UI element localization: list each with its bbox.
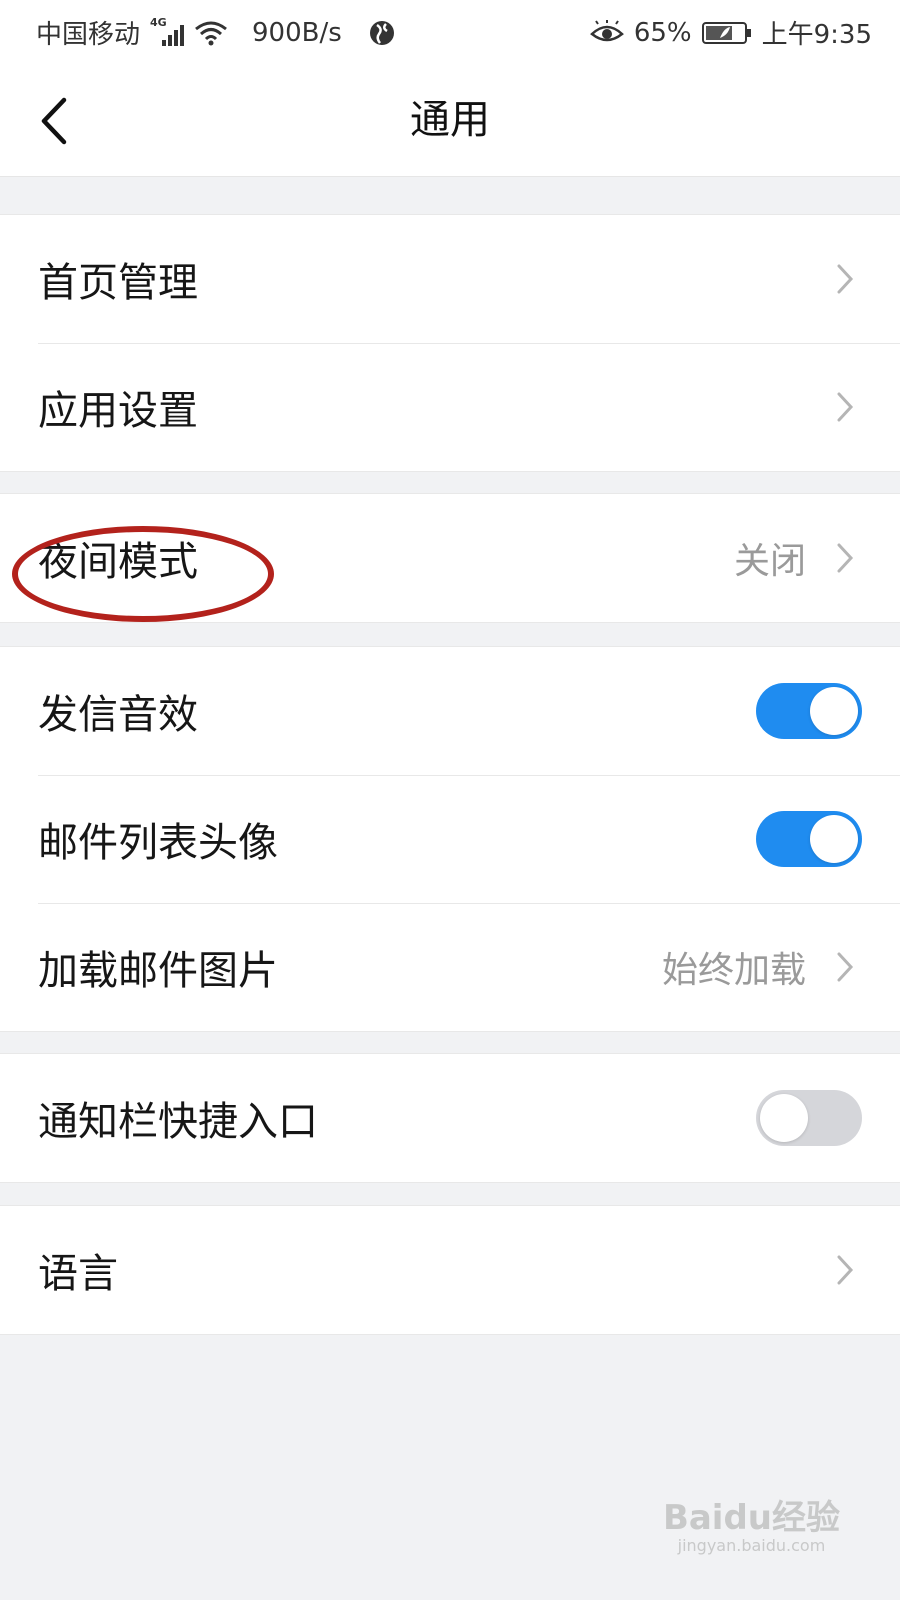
baidu-watermark: Baidu经验 jingyan.baidu.com: [662, 1498, 840, 1556]
row-value: 始终加载: [661, 950, 806, 991]
toggle-knob: [810, 815, 858, 863]
globe-icon: [369, 20, 394, 45]
row-label: 首页管理: [38, 260, 198, 306]
row-label: 加载邮件图片: [38, 948, 278, 994]
watermark-brand: Baidu经验: [662, 1498, 840, 1538]
row-label: 语言: [38, 1251, 118, 1297]
chevron-right-icon: [837, 264, 854, 294]
settings-row-home-management[interactable]: 首页管理: [0, 215, 900, 343]
watermark-url: jingyan.baidu.com: [677, 1536, 826, 1556]
battery-icon: [701, 21, 751, 44]
settings-group-night: 夜间模式 关闭: [0, 493, 900, 623]
nav-header: 通用: [0, 64, 900, 177]
settings-group-mail: 发信音效 邮件列表头像 加载邮件图片 始终加载: [0, 646, 900, 1032]
status-bar-right: 65% 上午9:35: [589, 14, 872, 51]
settings-row-language[interactable]: 语言: [0, 1206, 900, 1334]
row-label: 邮件列表头像: [38, 820, 278, 866]
settings-group-notification: 通知栏快捷入口: [0, 1053, 900, 1183]
settings-row-app-settings[interactable]: 应用设置: [0, 343, 900, 471]
row-label: 夜间模式: [38, 539, 198, 585]
cellular-signal-icon: 4G: [150, 16, 185, 46]
settings-row-list-avatar[interactable]: 邮件列表头像: [0, 775, 900, 903]
status-bar: 中国移动 4G 900B/s 65% 上午9:35: [0, 0, 900, 64]
settings-row-notification-shortcut[interactable]: 通知栏快捷入口: [0, 1054, 900, 1182]
status-bar-left: 中国移动 4G 900B/s: [36, 14, 396, 51]
toggle-knob: [760, 1094, 808, 1142]
chevron-right-icon: [837, 543, 854, 573]
settings-row-load-images[interactable]: 加载邮件图片 始终加载: [0, 903, 900, 1031]
send-sound-toggle[interactable]: [756, 683, 862, 739]
wifi-icon: [195, 21, 227, 45]
chevron-right-icon: [837, 392, 854, 422]
row-label: 发信音效: [38, 692, 198, 738]
clock-time: 上午9:35: [761, 20, 872, 50]
toggle-knob: [810, 687, 858, 735]
page-title: 通用: [410, 97, 490, 143]
row-label: 应用设置: [38, 388, 198, 434]
list-avatar-toggle[interactable]: [756, 811, 862, 867]
eye-comfort-icon: [589, 19, 624, 41]
row-label: 通知栏快捷入口: [38, 1099, 318, 1145]
battery-percent: 65%: [633, 17, 692, 48]
row-value: 关闭: [733, 541, 806, 582]
network-speed: 900B/s: [252, 17, 342, 48]
notification-shortcut-toggle[interactable]: [756, 1090, 862, 1146]
carrier-name: 中国移动: [36, 20, 141, 50]
settings-group-language: 语言: [0, 1205, 900, 1335]
settings-group-home: 首页管理 应用设置: [0, 214, 900, 472]
settings-row-night-mode[interactable]: 夜间模式 关闭: [0, 494, 900, 622]
chevron-right-icon: [837, 952, 854, 982]
settings-row-send-sound[interactable]: 发信音效: [0, 647, 900, 775]
chevron-right-icon: [837, 1255, 854, 1285]
